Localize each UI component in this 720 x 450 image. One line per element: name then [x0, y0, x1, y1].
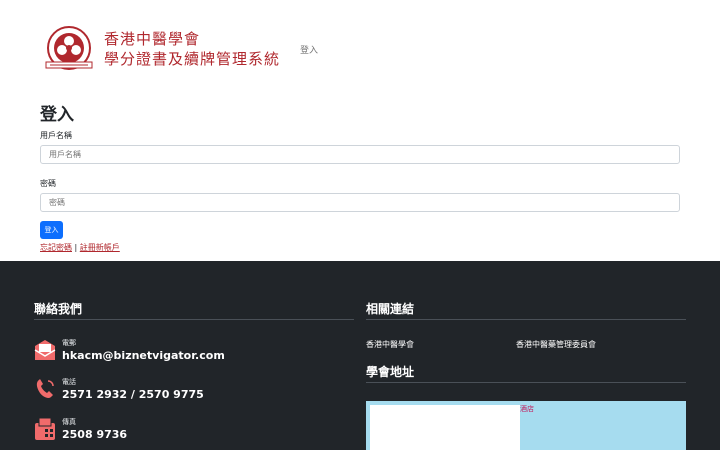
- login-title: 登入: [40, 105, 74, 125]
- footer-link-society[interactable]: 香港中醫學會: [366, 339, 414, 350]
- logo-text: 香港中醫學會 學分證書及續牌管理系統: [104, 29, 280, 69]
- contact-phone: 電話 2571 2932 / 2570 9775: [33, 377, 204, 402]
- site-footer: 聯絡我們 電郵 hkacm@biznetvigator.com 電話 2571 …: [0, 261, 720, 450]
- contact-title: 聯絡我們: [34, 302, 83, 316]
- phone-value[interactable]: 2571 2932 / 2570 9775: [62, 387, 204, 402]
- phone-icon: [36, 379, 54, 398]
- phone-label: 電話: [62, 378, 76, 386]
- contact-divider: [34, 319, 354, 320]
- forgot-password-link[interactable]: 忘記密碼: [40, 243, 72, 252]
- fax-icon: [35, 417, 55, 440]
- society-emblem-icon: [45, 26, 93, 70]
- logo-subtitle: 學分證書及續牌管理系統: [104, 50, 281, 68]
- field-spacer: [40, 164, 680, 174]
- footer-link-council[interactable]: 香港中醫藥管理委員會: [516, 339, 596, 350]
- map-info-card: [370, 405, 520, 450]
- logo-title: 香港中醫學會: [104, 30, 201, 48]
- nav-login-link[interactable]: 登入: [300, 43, 318, 56]
- map-title: 學會地址: [366, 365, 415, 379]
- envelope-icon: [34, 340, 56, 360]
- login-form: 登入 用戶名稱 密碼 登入 忘記密碼 | 註冊新帳戶: [40, 104, 680, 253]
- username-label: 用戶名稱: [40, 131, 72, 140]
- links-title: 相關連結: [366, 302, 415, 316]
- fax-label: 傳真: [62, 418, 76, 426]
- password-input[interactable]: [40, 193, 680, 212]
- link-separator: |: [74, 243, 78, 252]
- account-links: 忘記密碼 | 註冊新帳戶: [40, 242, 680, 253]
- map-divider: [366, 382, 686, 383]
- location-map[interactable]: 酒店: [366, 401, 686, 450]
- register-link[interactable]: 註冊新帳戶: [80, 243, 120, 252]
- contact-email: 電郵 hkacm@biznetvigator.com: [33, 338, 225, 363]
- site-logo[interactable]: 香港中醫學會 學分證書及續牌管理系統: [42, 24, 280, 74]
- contact-fax: 傳真 2508 9736: [33, 417, 127, 442]
- password-label: 密碼: [40, 179, 56, 188]
- map-place-label: 酒店: [520, 405, 534, 413]
- username-input[interactable]: [40, 145, 680, 164]
- login-button[interactable]: 登入: [40, 221, 63, 239]
- email-value[interactable]: hkacm@biznetvigator.com: [62, 348, 225, 363]
- fax-value: 2508 9736: [62, 428, 128, 441]
- links-divider: [366, 319, 686, 320]
- email-label: 電郵: [62, 339, 76, 347]
- site-header: 香港中醫學會 學分證書及續牌管理系統 登入: [0, 0, 720, 95]
